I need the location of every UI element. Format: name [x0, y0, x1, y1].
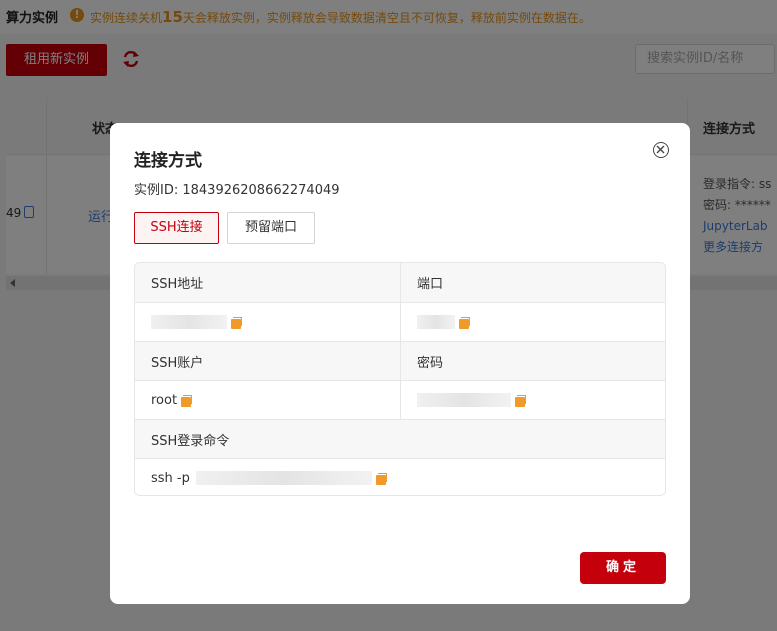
copy-icon[interactable] — [515, 394, 526, 407]
ssh-command-value: ssh -p — [135, 459, 665, 495]
tab-ssh-connection[interactable]: SSH连接 — [134, 212, 219, 244]
password-value — [401, 381, 665, 419]
copy-icon[interactable] — [181, 394, 193, 407]
masked-value — [151, 315, 227, 329]
port-value — [401, 303, 665, 341]
password-label: 密码 — [401, 342, 665, 380]
ssh-address-value — [135, 303, 400, 341]
connection-dialog: 连接方式 实例ID: 1843926208662274049 SSH连接 预留端… — [110, 123, 690, 604]
divider — [135, 419, 665, 420]
masked-value — [417, 393, 511, 407]
copy-icon[interactable] — [459, 316, 470, 329]
copy-icon[interactable] — [375, 472, 387, 485]
instance-id-line: 实例ID: 1843926208662274049 — [134, 183, 340, 198]
ssh-command-label: SSH登录命令 — [135, 420, 665, 458]
masked-value — [417, 315, 455, 329]
copy-icon[interactable] — [231, 316, 242, 329]
ssh-address-label: SSH地址 — [135, 263, 400, 302]
ssh-account-label: SSH账户 — [135, 342, 400, 380]
instance-id-value: 1843926208662274049 — [182, 183, 340, 198]
tab-reserved-port[interactable]: 预留端口 — [227, 212, 315, 244]
connection-info-table: SSH地址 端口 SSH账户 密码 root SSH登录命令 ssh -p — [134, 262, 666, 496]
divider — [400, 263, 401, 419]
confirm-button[interactable]: 确定 — [580, 552, 666, 584]
dialog-title: 连接方式 — [134, 151, 202, 171]
masked-value — [195, 471, 372, 485]
port-label: 端口 — [401, 263, 665, 302]
divider — [135, 458, 665, 459]
ssh-account-value: root — [135, 381, 400, 419]
close-icon[interactable] — [653, 142, 669, 158]
